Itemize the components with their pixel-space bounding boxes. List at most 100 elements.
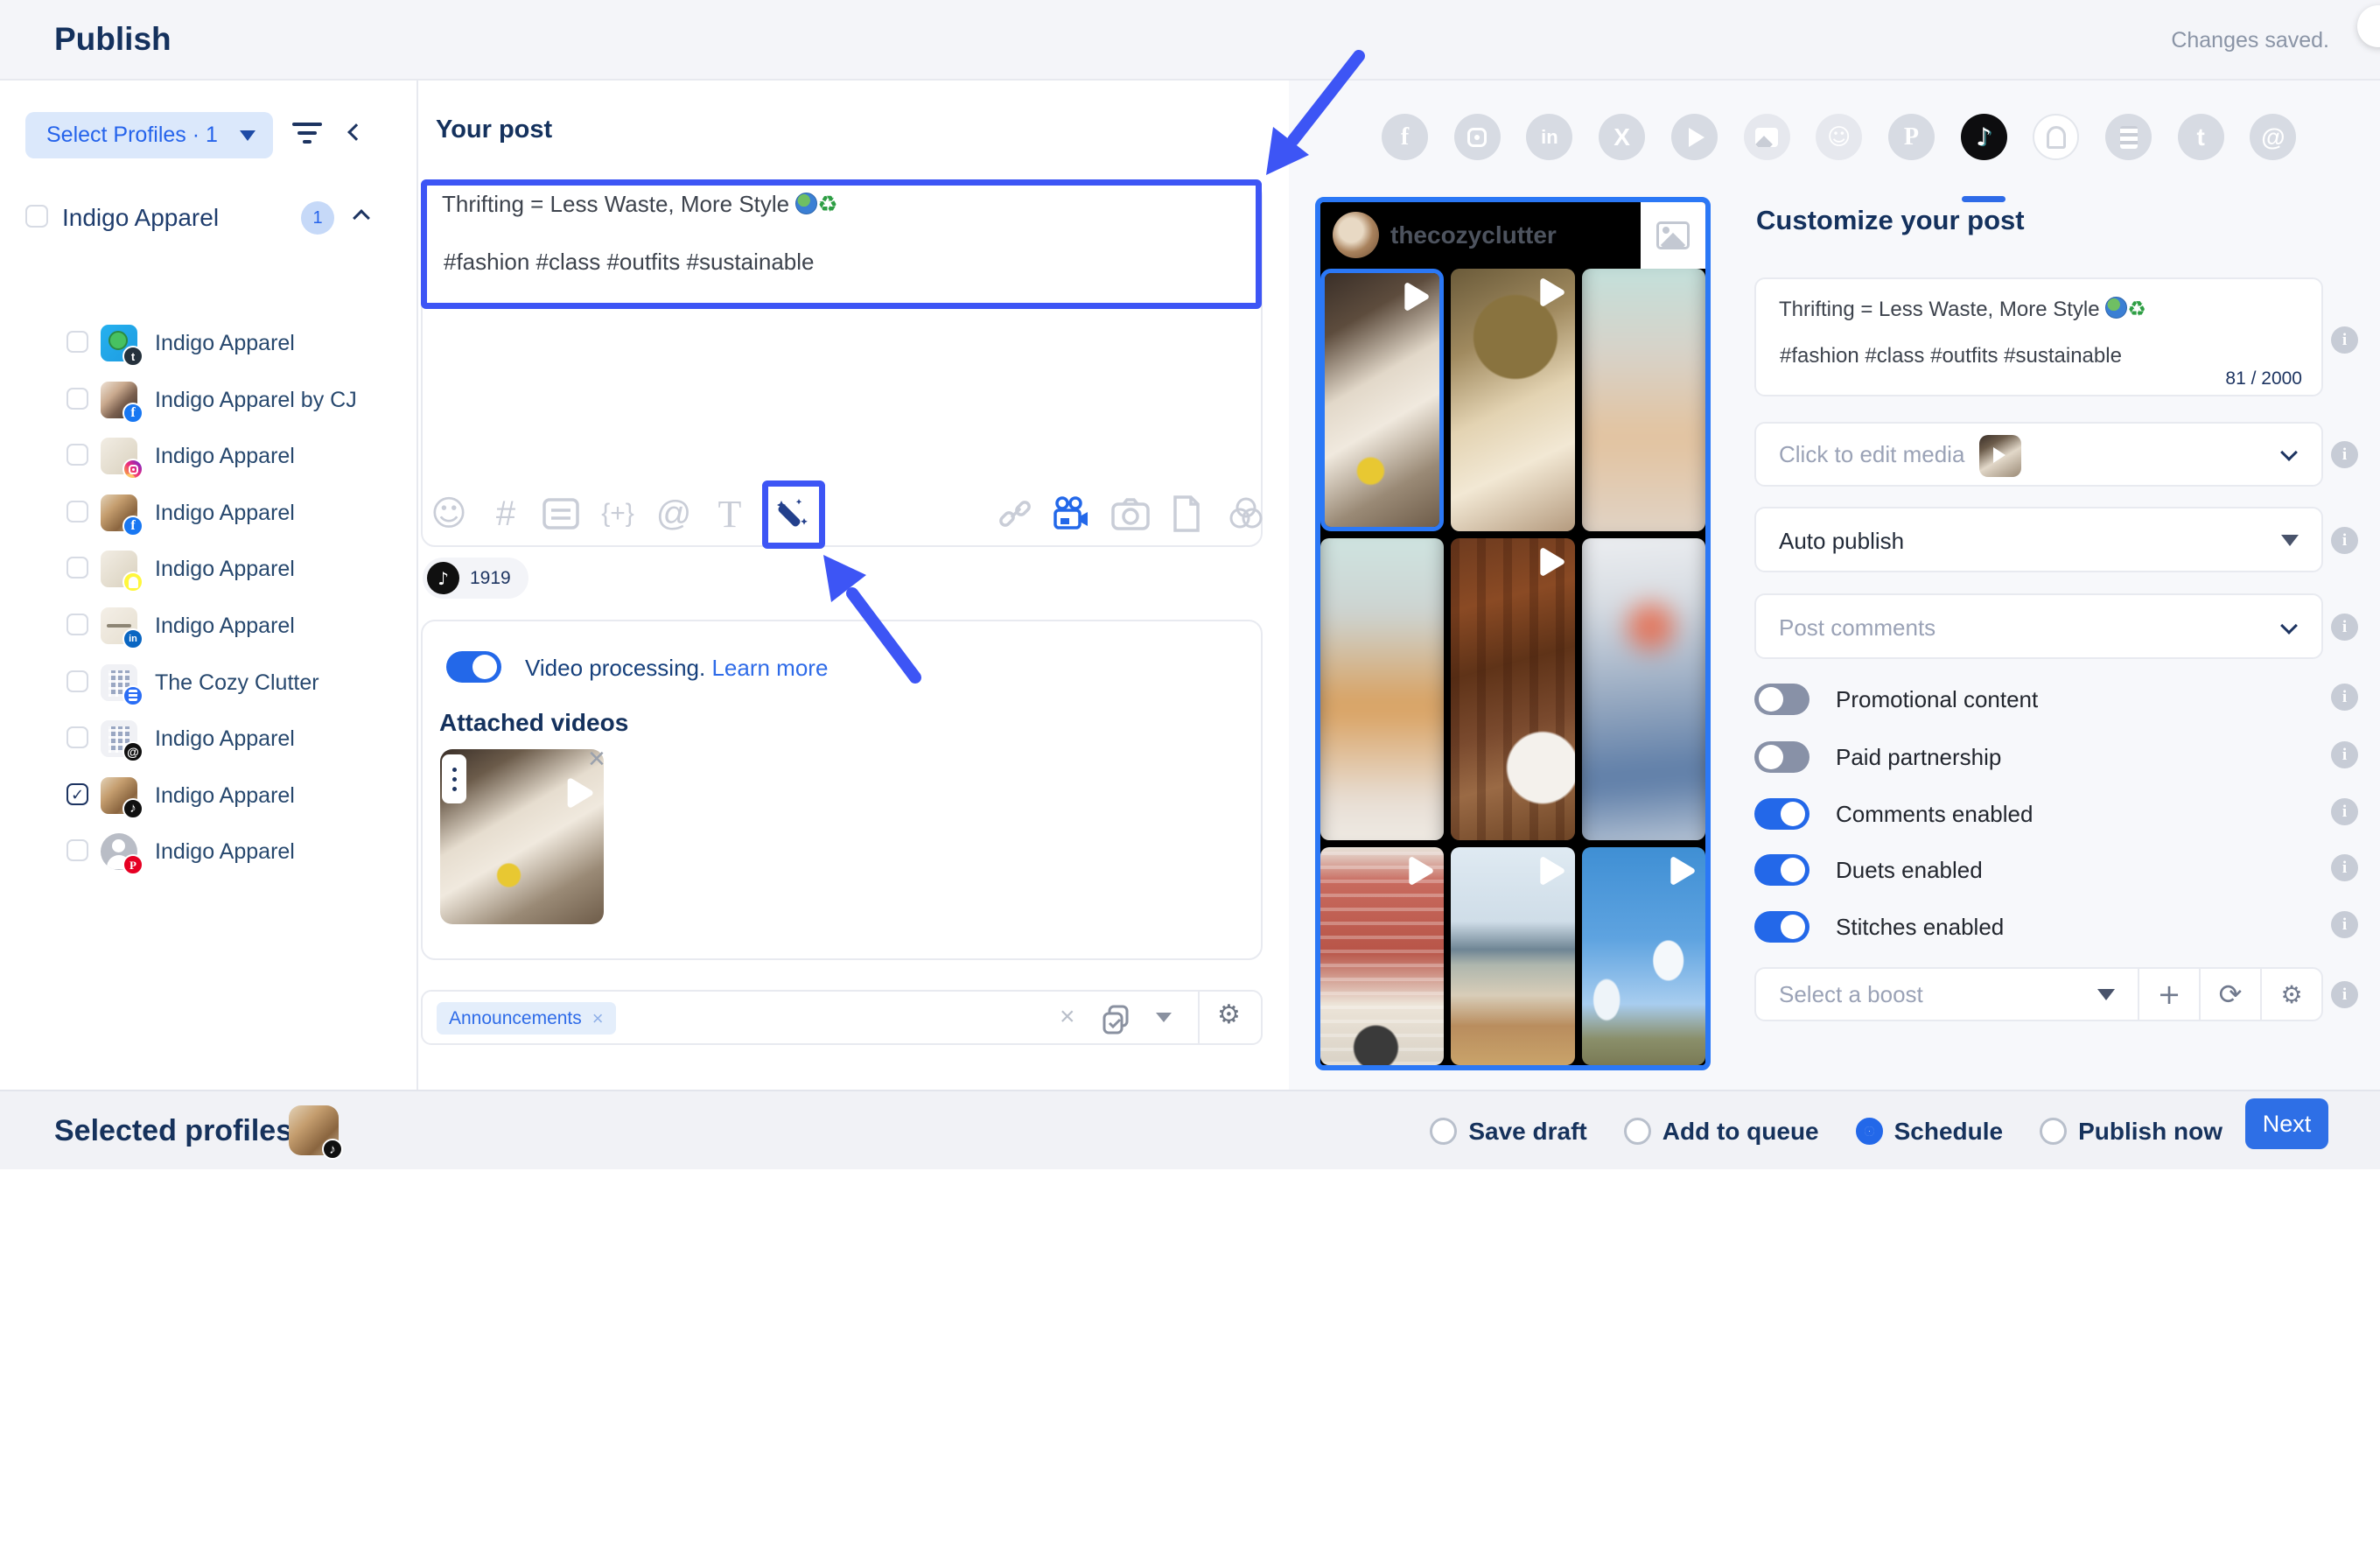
network-tab-google-business[interactable]	[1744, 114, 1790, 160]
collapse-group-button[interactable]	[355, 212, 368, 228]
profile-row-tumblr[interactable]: t Indigo Apparel	[0, 317, 418, 371]
remove-video-icon[interactable]: ×	[588, 744, 606, 774]
copy-tags-icon[interactable]	[1101, 1004, 1132, 1040]
camera-icon[interactable]	[1110, 493, 1152, 535]
group-checkbox[interactable]	[25, 205, 48, 228]
toggle-stitches-enabled[interactable]	[1754, 911, 1810, 943]
info-icon[interactable]: i	[2331, 684, 2358, 711]
edit-media-field[interactable]: Click to edit media	[1754, 422, 2323, 487]
info-icon[interactable]: i	[2331, 854, 2358, 881]
info-icon[interactable]: i	[2331, 741, 2358, 768]
network-tab-facebook[interactable]: f	[1382, 114, 1428, 160]
radio-add-to-queue[interactable]: Add to queue	[1624, 1118, 1819, 1146]
publish-mode-select[interactable]: Auto publish	[1754, 507, 2323, 572]
network-tab-reddit[interactable]: ☺	[1816, 114, 1862, 160]
preview-tile-gray-blue[interactable]	[1582, 538, 1705, 840]
info-icon[interactable]: i	[2331, 798, 2358, 825]
info-icon[interactable]: i	[2331, 527, 2358, 554]
network-tab-linkedin[interactable]: in	[1526, 114, 1572, 160]
network-tab-tiktok[interactable]: ♪	[1961, 114, 2007, 160]
profile-checkbox[interactable]: ✓	[66, 783, 88, 805]
tags-settings-icon[interactable]: ⚙	[1217, 999, 1241, 1030]
network-tab-google-business-profile[interactable]	[2105, 114, 2152, 160]
video-menu-icon[interactable]	[442, 754, 466, 803]
preview-tile-house-roof[interactable]	[1451, 847, 1574, 1065]
profile-checkbox[interactable]	[66, 501, 88, 523]
profile-row-snapchat[interactable]: Indigo Apparel	[0, 543, 418, 597]
variables-icon[interactable]: {+}	[597, 493, 639, 535]
clear-tags-icon[interactable]: ×	[1060, 1002, 1075, 1032]
preview-tile-clothes-sorting[interactable]	[1320, 269, 1444, 531]
profile-checkbox[interactable]	[66, 670, 88, 692]
info-icon[interactable]: i	[2331, 326, 2358, 354]
preview-tile-wine-bar[interactable]	[1451, 538, 1574, 840]
add-boost-button[interactable]: +	[2138, 969, 2199, 1020]
network-tab-tumblr[interactable]: t	[2178, 114, 2224, 160]
collapse-sidebar-button[interactable]	[350, 126, 362, 143]
profile-row-pinterest[interactable]: P Indigo Apparel	[0, 825, 418, 880]
profile-checkbox[interactable]	[66, 614, 88, 635]
mention-icon[interactable]: @	[653, 493, 695, 535]
boost-select[interactable]: Select a boost + ⟳ ⚙	[1754, 967, 2323, 1021]
profile-row-google-business[interactable]: The Cozy Clutter	[0, 656, 418, 711]
post-comments-select[interactable]: Post comments	[1754, 593, 2323, 659]
tags-dropdown-icon[interactable]	[1156, 1013, 1172, 1022]
profile-row-facebook[interactable]: f Indigo Apparel by CJ	[0, 374, 418, 428]
network-tab-youtube[interactable]	[1671, 114, 1718, 160]
profile-row-threads[interactable]: @ Indigo Apparel	[0, 712, 418, 767]
toggle-duets-enabled[interactable]	[1754, 854, 1810, 886]
preview-tile-brick-house[interactable]	[1320, 847, 1444, 1065]
select-profiles-dropdown[interactable]: Select Profiles · 1	[25, 112, 273, 158]
profile-row-facebook[interactable]: f Indigo Apparel	[0, 487, 418, 541]
network-tab-threads[interactable]: @	[2250, 114, 2296, 160]
selected-profile-avatar[interactable]: ♪	[289, 1105, 339, 1155]
refresh-boost-button[interactable]: ⟳	[2199, 969, 2260, 1020]
info-icon[interactable]: i	[2331, 981, 2358, 1008]
customized-caption-field[interactable]: Thrifting = Less Waste, More Style ♻ #fa…	[1754, 277, 2323, 396]
file-icon[interactable]	[1166, 493, 1208, 535]
profile-checkbox[interactable]	[66, 839, 88, 861]
preview-tile-teal-orange[interactable]	[1320, 538, 1444, 840]
network-tab-x[interactable]: X	[1599, 114, 1645, 160]
saved-captions-icon[interactable]	[540, 493, 582, 535]
network-tab-instagram[interactable]	[1454, 114, 1501, 160]
remove-tag-icon[interactable]: ×	[592, 1007, 604, 1030]
profile-checkbox[interactable]	[66, 331, 88, 353]
radio-schedule[interactable]: Schedule	[1856, 1118, 2003, 1146]
preview-media-tab[interactable]	[1641, 202, 1705, 269]
preview-tile-pastel[interactable]	[1582, 269, 1705, 531]
boost-settings-button[interactable]: ⚙	[2260, 969, 2321, 1020]
radio-publish-now[interactable]: Publish now	[2040, 1118, 2222, 1146]
profile-checkbox[interactable]	[66, 726, 88, 748]
link-icon[interactable]	[994, 493, 1036, 535]
next-button[interactable]: Next	[2245, 1098, 2328, 1149]
filter-icon[interactable]	[292, 123, 324, 147]
media-library-icon[interactable]	[1225, 493, 1267, 535]
profile-row-tiktok[interactable]: ✓ ♪ Indigo Apparel	[0, 769, 418, 824]
text-format-icon[interactable]: T	[709, 493, 751, 535]
radio-save-draft[interactable]: Save draft	[1430, 1118, 1586, 1146]
network-tab-snapchat[interactable]	[2033, 114, 2079, 160]
preview-tile-sky-roof[interactable]	[1582, 847, 1705, 1065]
profile-checkbox[interactable]	[66, 444, 88, 466]
profile-row-linkedin[interactable]: in Indigo Apparel	[0, 600, 418, 654]
profile-checkbox[interactable]	[66, 557, 88, 579]
profile-row-instagram[interactable]: Indigo Apparel	[0, 430, 418, 484]
tag-pill[interactable]: Announcements ×	[437, 1002, 616, 1035]
learn-more-link[interactable]: Learn more	[711, 655, 828, 681]
info-icon[interactable]: i	[2331, 614, 2358, 641]
info-icon[interactable]: i	[2331, 911, 2358, 938]
network-tab-pinterest[interactable]: P	[1888, 114, 1935, 160]
emoji-picker-icon[interactable]: ☺	[428, 493, 470, 535]
video-upload-icon[interactable]	[1050, 493, 1092, 535]
preview-username: thecozyclutter	[1390, 221, 1557, 249]
preview-tile-woman-hat[interactable]	[1451, 269, 1574, 531]
video-processing-toggle[interactable]	[446, 651, 501, 683]
info-icon[interactable]: i	[2331, 441, 2358, 468]
toggle-paid-partnership[interactable]	[1754, 741, 1810, 773]
profile-checkbox[interactable]	[66, 388, 88, 410]
toggle-promotional-content[interactable]	[1754, 684, 1810, 715]
ai-assistant-icon[interactable]	[772, 493, 814, 535]
toggle-comments-enabled[interactable]	[1754, 798, 1810, 830]
hashtag-icon[interactable]: #	[485, 493, 527, 535]
